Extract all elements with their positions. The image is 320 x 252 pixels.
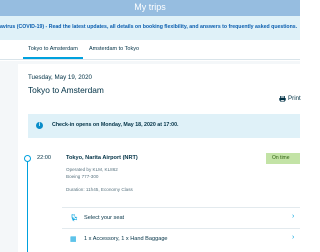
printer-icon[interactable]: [279, 96, 286, 102]
covid-notice-banner[interactable]: avirus (COVID-19) - Read the latest upda…: [0, 16, 300, 40]
trip-date: Tuesday, May 19, 2020: [28, 74, 92, 81]
chevron-right-icon: ›: [292, 234, 295, 241]
page-title: My trips: [134, 2, 166, 12]
select-seat-row[interactable]: 💺︎ Select your seat ›: [62, 207, 300, 227]
print-button[interactable]: Print: [288, 95, 301, 102]
flight-aircraft: Boeing 777-300: [66, 174, 99, 179]
select-seat-label: Select your seat: [84, 215, 125, 221]
trip-tabs: Tokyo to Amsterdam Amsterdam to Tokyo: [0, 40, 300, 60]
baggage-icon: ▦: [70, 236, 77, 243]
flight-duration: Duration: 11h45, Economy Class: [66, 187, 133, 192]
covid-notice-text[interactable]: avirus (COVID-19) - Read the latest upda…: [0, 24, 297, 30]
tab-tokyo-to-amsterdam[interactable]: Tokyo to Amsterdam: [28, 46, 78, 52]
checkin-message: Check-in opens on Monday, May 18, 2020 a…: [52, 122, 179, 128]
flight-operator: Operated by KLM, KL862: [66, 167, 118, 172]
timeline-departure-dot: [24, 155, 31, 162]
info-icon: i: [36, 122, 43, 129]
seat-icon: 💺︎: [70, 215, 79, 222]
itinerary-timeline: [27, 158, 28, 252]
baggage-row[interactable]: ▦ 1 x Accessory, 1 x Hand Baggage ›: [62, 228, 300, 248]
departure-time: 22:00: [37, 155, 51, 161]
active-tab-indicator: [23, 57, 83, 59]
tab-amsterdam-to-tokyo[interactable]: Amsterdam to Tokyo: [89, 46, 139, 52]
chevron-right-icon: ›: [292, 213, 295, 220]
trip-route-title: Tokyo to Amsterdam: [28, 85, 104, 95]
flight-status-badge: On time: [266, 153, 300, 164]
baggage-label: 1 x Accessory, 1 x Hand Baggage: [84, 236, 168, 242]
departure-airport: Tokyo, Narita Airport (NRT): [66, 155, 138, 161]
